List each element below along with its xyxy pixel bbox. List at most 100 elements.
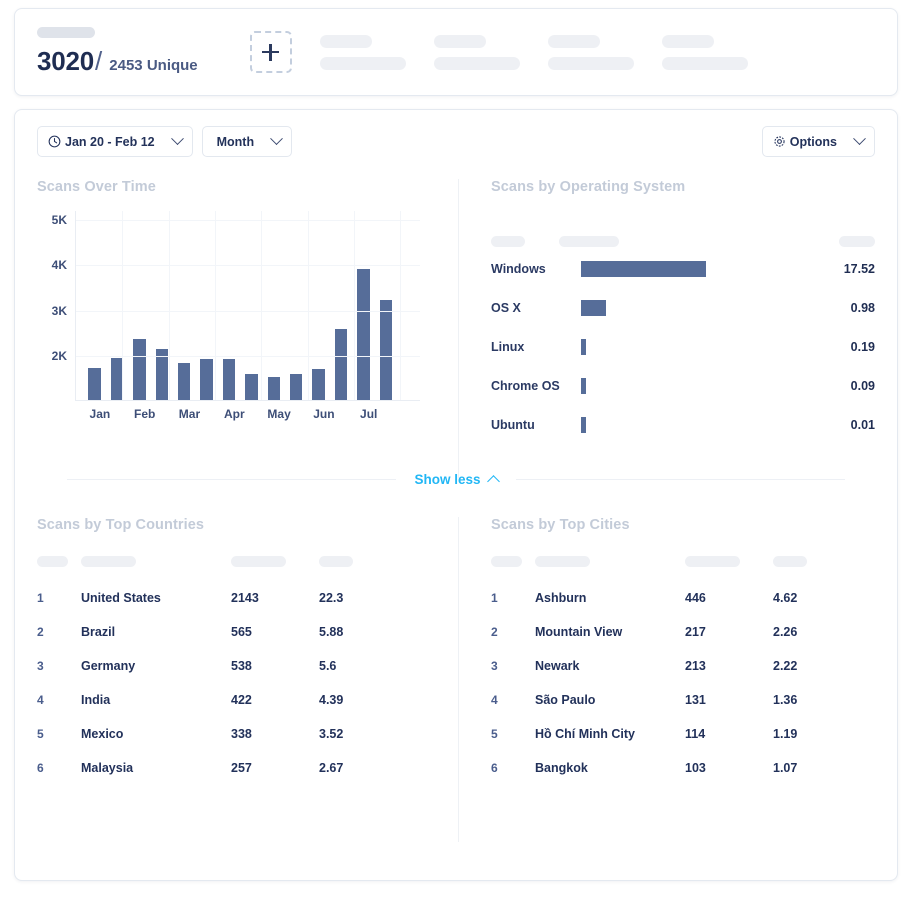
row-name: Mountain View [535,625,623,639]
table-row[interactable]: 3 Germany 538 5.6 [37,649,429,683]
top-cities-section: Scans by Top Cities 1 Ashburn 446 4.62 2 Moun… [451,517,897,785]
os-bar [581,339,586,355]
os-row[interactable]: Windows 17.52 [491,252,875,286]
chart-bar[interactable] [289,374,303,400]
os-row[interactable]: Linux 0.19 [491,330,875,364]
table-row[interactable]: 1 Ashburn 446 4.62 [491,581,875,615]
row-percent: 2.22 [773,659,798,673]
granularity-selector[interactable]: Month [201,126,293,157]
row-rank: 5 [37,727,44,741]
table-row[interactable]: 1 United States 2143 22.3 [37,581,429,615]
scan-total-block: 3020 / 2453 Unique [37,27,198,77]
x-axis-tick: May [267,407,291,421]
scans-over-time-title: Scans Over Time [37,179,156,195]
date-range-selector[interactable]: Jan 20 - Feb 12 [37,126,193,157]
header-placeholder [319,555,353,567]
row-name: Ashburn [535,591,587,605]
table-row[interactable]: 4 India 422 4.39 [37,683,429,717]
placeholder-bar [661,56,748,70]
placeholder-bar [433,34,486,48]
row-name: Mexico [81,727,124,741]
analytics-panel: Jan 20 - Feb 12 Month Options Scans Over… [14,109,898,881]
gridline-horizontal [76,265,420,267]
summary-placeholder-3 [547,34,634,70]
show-less-button[interactable]: Show less [414,472,500,488]
placeholder-bar [547,34,600,48]
table-row[interactable]: 2 Mountain View 217 2.26 [491,615,875,649]
table-row[interactable]: 6 Malaysia 257 2.67 [37,751,429,785]
chart-bar[interactable] [88,368,101,400]
row-name: Malaysia [81,761,134,775]
chevron-down-icon [853,132,866,146]
top-countries-section: Scans by Top Countries 1 United States 214… [15,517,451,785]
table-row[interactable]: 5 Hồ Chí Minh City 114 1.19 [491,717,875,751]
x-axis-tick: Mar [178,407,201,421]
chart-bar[interactable] [267,377,281,400]
chart-bar[interactable] [222,359,236,400]
plus-icon [262,43,280,61]
os-bar [581,417,586,433]
chart-bars [76,211,420,400]
table-row[interactable]: 3 Newark 213 2.22 [491,649,875,683]
gridline-vertical [400,211,402,400]
table-row[interactable]: 4 São Paulo 131 1.36 [491,683,875,717]
chart-bar[interactable] [133,338,146,400]
summary-placeholder-2 [433,34,520,70]
placeholder-bar [661,34,714,48]
y-axis-labels: 2K 3K 4K 5K [37,211,67,401]
chart-bar[interactable] [334,329,348,400]
row-scans: 2143 [231,591,259,605]
add-widget-button[interactable] [249,31,292,73]
os-row[interactable]: OS X 0.98 [491,291,875,325]
os-bar [581,378,586,394]
row-rank: 6 [491,761,498,775]
os-list: Windows 17.52 OS X 0.98 Linux 0.19 Chrome OS 0.… [491,252,875,442]
row-rank: 6 [37,761,44,775]
row-rank: 2 [37,625,44,639]
table-row[interactable]: 2 Brazil 565 5.88 [37,615,429,649]
summary-placeholder-4 [661,34,748,70]
options-button[interactable]: Options [761,126,875,157]
dashboard-screen: 3020 / 2453 Unique Jan 20 - Feb 12 Month… [0,0,912,912]
scan-counts: 3020 / 2453 Unique [37,46,198,77]
os-name: Chrome OS [491,379,560,393]
gridline-vertical [214,211,216,400]
gridline-vertical [353,211,355,400]
os-name: Windows [491,262,546,276]
row-scans: 103 [685,761,706,775]
placeholder-bar [319,56,406,70]
row-scans: 338 [231,727,252,741]
row-scans: 446 [685,591,706,605]
tables-row: Scans by Top Countries 1 United States 214… [15,517,897,842]
gridline-vertical [261,211,263,400]
table-row[interactable]: 5 Mexico 338 3.52 [37,717,429,751]
row-name: India [81,693,111,707]
chart-bar[interactable] [379,299,393,400]
os-row[interactable]: Chrome OS 0.09 [491,369,875,403]
chart-bar[interactable] [357,268,370,400]
clock-icon [48,135,61,148]
chart-bar[interactable] [177,363,191,400]
header-placeholder [37,555,68,567]
header-placeholder [535,555,590,567]
os-row[interactable]: Ubuntu 0.01 [491,408,875,442]
table-row[interactable]: 6 Bangkok 103 1.07 [491,751,875,785]
chart-bar[interactable] [312,369,325,400]
scans-over-time-chart: 2K 3K 4K 5K Jan Feb Mar Apr May Jun Jul [37,211,422,431]
show-less-label: Show less [414,472,481,487]
y-axis-tick: 5K [51,213,67,228]
x-axis-labels: Jan Feb Mar Apr May Jun Jul [75,407,420,427]
row-rank: 2 [491,625,498,639]
chart-bar[interactable] [200,359,213,400]
chart-bar[interactable] [245,373,258,400]
row-percent: 22.3 [319,591,344,605]
chevron-up-icon [486,474,500,488]
top-countries-title: Scans by Top Countries [37,517,205,533]
scans-by-os-title: Scans by Operating System [491,179,686,195]
os-name: Ubuntu [491,418,535,432]
placeholder-bar [433,56,520,70]
chart-plot-area [75,211,420,401]
os-bar-track [579,369,817,403]
x-axis-tick: Apr [223,407,245,421]
chart-bar[interactable] [155,349,169,400]
